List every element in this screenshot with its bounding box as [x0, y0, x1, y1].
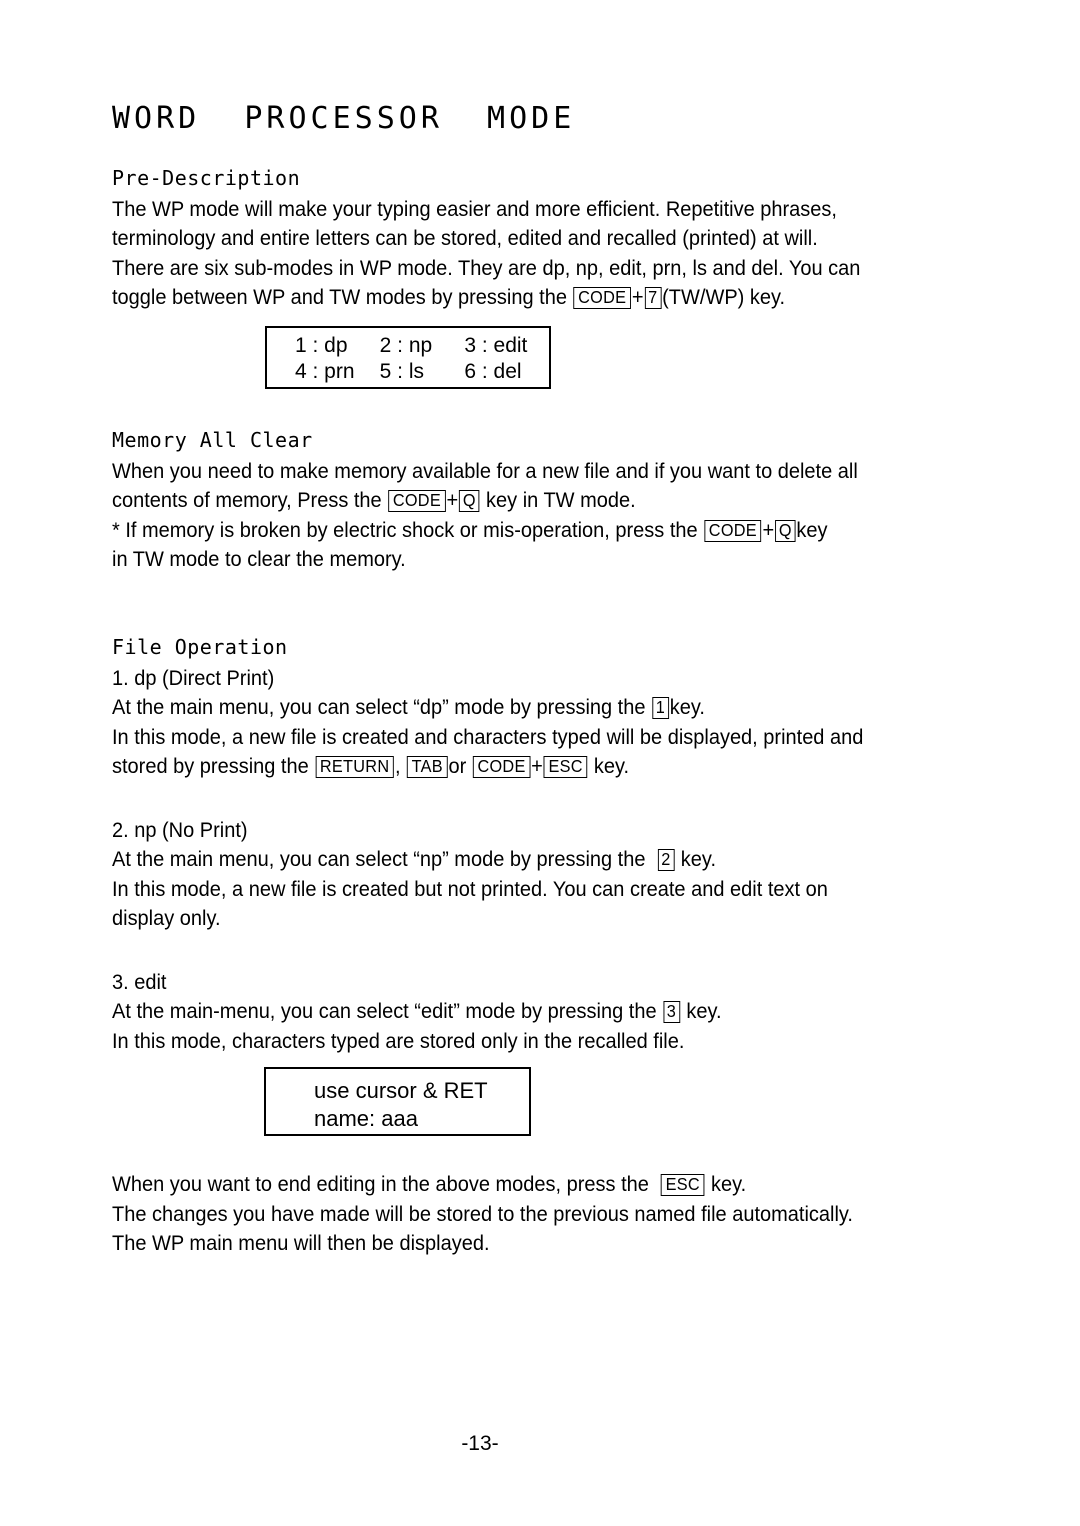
text-line: The WP main menu will then be displayed.: [112, 1231, 490, 1255]
plus-sign: +: [446, 488, 459, 512]
lcd-menu-row-1: 1 : dp 2 : np 3 : edit: [267, 333, 549, 359]
text-line: There are six sub-modes in WP mode. They…: [112, 255, 861, 280]
text-line-with-keys: contents of memory, Press the CODE + Q key…: [112, 486, 968, 516]
paragraph-file-op-edit: 3. edit At the main-menu, you can select…: [112, 968, 968, 1057]
key-esc: ESC: [543, 756, 588, 778]
lcd-menu-row-2: 4 : prn 5 : ls 6 : del: [267, 359, 549, 385]
menu-option-ls: 5 : ls: [379, 360, 425, 383]
menu-option-del: 6 : del: [464, 360, 522, 383]
text-line-with-keys: At the main-menu, you can select “edit” …: [112, 997, 968, 1027]
text-line-with-keys: When you want to end editing in the abov…: [112, 1170, 968, 1200]
key-1: 1: [651, 697, 669, 719]
text-line-with-keys: At the main menu, you can select “dp” mo…: [112, 693, 968, 723]
text-line-with-keys: toggle between WP and TW modes by pressi…: [112, 283, 968, 313]
key-esc: ESC: [660, 1174, 705, 1196]
lcd-name-line: name: aaa: [314, 1106, 418, 1131]
page-number: -13-: [461, 1432, 499, 1455]
text-fragment: * If memory is broken by electric shock …: [112, 517, 698, 542]
text-line: The changes you have made will be stored…: [112, 1201, 853, 1226]
text-fragment: key.: [711, 1172, 747, 1196]
text-fragment: stored by pressing the: [112, 754, 309, 778]
section-heading-file-operation: File Operation: [112, 634, 288, 659]
item-title: 2. np (No Print): [112, 817, 248, 842]
text-fragment: key.: [680, 847, 717, 871]
text-line: When you need to make memory available f…: [112, 458, 858, 483]
key-q: Q: [775, 519, 796, 542]
key-code: CODE: [388, 490, 446, 512]
plus-sign: +: [631, 285, 644, 309]
lcd-prompt-line: use cursor & RET: [314, 1078, 488, 1103]
item-title: 1. dp (Direct Print): [112, 665, 275, 690]
key-return: RETURN: [315, 756, 395, 778]
menu-option-np: 2 : np: [379, 334, 433, 357]
text-fragment: At the main menu, you can select “np” mo…: [112, 847, 646, 871]
text-line: In this mode, a new file is created but …: [112, 876, 828, 901]
text-fragment: At the main menu, you can select “dp” mo…: [112, 695, 646, 719]
text-fragment: At the main-menu, you can select “edit” …: [112, 999, 657, 1023]
key-code: CODE: [704, 519, 762, 542]
menu-option-edit: 3 : edit: [464, 334, 528, 357]
paragraph-pre-description: The WP mode will make your typing easier…: [112, 195, 968, 313]
text-fragment: contents of memory, Press the: [112, 488, 382, 512]
text-line: In this mode, characters typed are store…: [112, 1028, 685, 1053]
menu-option-dp: 1 : dp: [295, 334, 348, 357]
text-line: terminology and entire letters can be st…: [112, 226, 818, 250]
text-line-with-keys: * If memory is broken by electric shock …: [112, 516, 968, 546]
text-line: In this mode, a new file is created and …: [112, 724, 864, 749]
text-fragment: key.: [686, 999, 722, 1023]
plus-sign: +: [762, 517, 775, 542]
lcd-main-menu-box: 1 : dp 2 : np 3 : edit 4 : prn 5 : ls 6 …: [265, 326, 551, 389]
text-fragment: key.: [669, 695, 705, 719]
text-fragment: toggle between WP and TW modes by pressi…: [112, 285, 567, 309]
page-content: WORD PROCESSOR MODE Pre-Description The …: [112, 100, 968, 1259]
paragraph-file-op-np: 2. np (No Print) At the main menu, you c…: [112, 816, 968, 934]
text-fragment: (TW/WP) key.: [662, 285, 786, 309]
text-line-with-keys: stored by pressing the RETURN, TAB or COD…: [112, 752, 968, 782]
text-fragment: When you want to end editing in the abov…: [112, 1172, 649, 1196]
text-line: in TW mode to clear the memory.: [112, 547, 406, 571]
text-fragment: key.: [593, 754, 630, 778]
key-code: CODE: [573, 287, 631, 309]
key-code: CODE: [472, 756, 531, 778]
section-heading-memory-all-clear: Memory All Clear: [112, 427, 313, 452]
spacer-name-box: [112, 1056, 968, 1170]
paragraph-memory-all-clear: When you need to make memory available f…: [112, 457, 968, 575]
text-line-with-keys: At the main menu, you can select “np” mo…: [112, 845, 968, 875]
paragraph-closing: When you want to end editing in the abov…: [112, 1170, 968, 1259]
key-3: 3: [663, 1001, 680, 1023]
text-fragment: key in TW mode.: [486, 488, 636, 512]
section-heading-pre-description: Pre-Description: [112, 165, 301, 190]
key-2: 2: [657, 849, 675, 871]
key-tab: TAB: [407, 756, 448, 778]
plus-sign: +: [531, 754, 543, 778]
lcd-file-name-box: use cursor & RET name: aaa: [264, 1067, 531, 1136]
document-page: WORD PROCESSOR MODE Pre-Description The …: [0, 0, 1080, 1526]
paragraph-file-op-dp: 1. dp (Direct Print) At the main menu, y…: [112, 664, 968, 782]
text-fragment: key: [796, 517, 828, 542]
key-7: 7: [644, 287, 662, 309]
text-line: display only.: [112, 906, 221, 930]
comma: ,: [394, 754, 401, 778]
item-title: 3. edit: [112, 969, 167, 994]
text-fragment: or: [448, 754, 467, 778]
key-q: Q: [459, 490, 480, 512]
text-line: The WP mode will make your typing easier…: [112, 196, 837, 221]
page-title: WORD PROCESSOR MODE: [112, 101, 576, 136]
menu-option-prn: 4 : prn: [295, 360, 355, 383]
